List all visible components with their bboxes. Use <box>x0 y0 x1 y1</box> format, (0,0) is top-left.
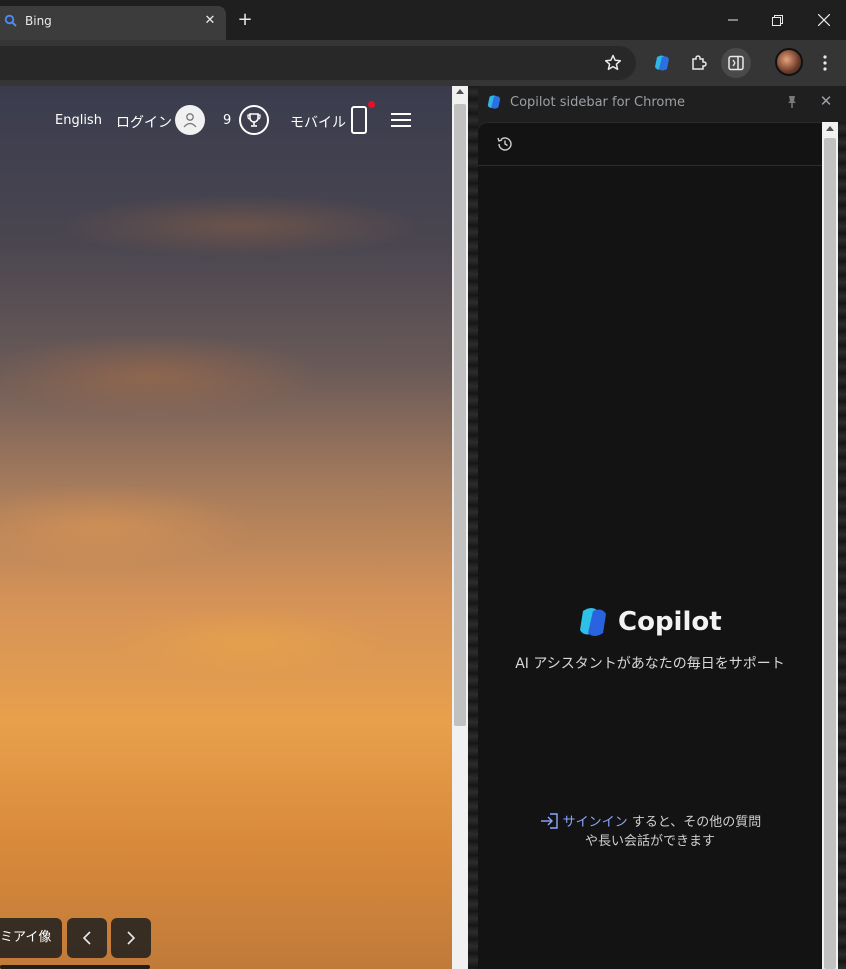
image-caption-button[interactable]: ミアイ像 <box>0 918 62 958</box>
minimize-button[interactable] <box>710 0 755 40</box>
trophy-icon <box>247 113 261 127</box>
browser-toolbar <box>0 40 846 86</box>
tab-strip: Bing ✕ + <box>0 0 846 40</box>
close-icon <box>817 14 830 26</box>
signin-icon[interactable] <box>539 813 559 829</box>
side-panel-header: Copilot sidebar for Chrome ✕ <box>478 86 846 122</box>
close-window-button[interactable] <box>801 0 846 40</box>
scroll-up-arrow-icon[interactable] <box>456 89 464 94</box>
chevron-right-icon <box>127 931 136 945</box>
hamburger-menu-icon[interactable] <box>390 111 412 129</box>
previous-image-button[interactable] <box>67 918 107 958</box>
user-avatar-button[interactable] <box>175 105 205 135</box>
page-scrollbar[interactable] <box>452 86 468 969</box>
header-divider <box>478 165 822 166</box>
rewards-points: 9 <box>223 113 232 128</box>
copilot-side-panel: Copilot sidebar for Chrome ✕ Copilot AI … <box>468 86 846 969</box>
signin-link[interactable]: サインイン <box>563 815 628 830</box>
signin-prompt: サインイン すると、その他の質問 や長い会話ができます <box>478 813 822 851</box>
bing-header: English ログイン 9 モバイル <box>0 86 452 156</box>
bookmark-star-icon[interactable] <box>603 53 623 73</box>
bottom-bar <box>0 965 150 969</box>
side-panel-scrollbar[interactable] <box>822 122 838 969</box>
side-panel-button[interactable] <box>721 48 751 78</box>
side-panel-title: Copilot sidebar for Chrome <box>510 95 686 110</box>
notification-dot <box>368 101 375 108</box>
copilot-brand-logo-icon <box>580 608 606 636</box>
copilot-content: Copilot AI アシスタントがあなたの毎日をサポート サインイン すると、… <box>478 122 822 969</box>
signin-text-line2: や長い会話ができます <box>584 834 715 849</box>
browser-window: Bing ✕ + English ログイン 9 モバイル ミアイ像 Copilo… <box>0 0 846 969</box>
copilot-tagline: AI アシスタントがあなたの毎日をサポート <box>515 656 785 672</box>
tab-bing[interactable]: Bing ✕ <box>0 6 226 40</box>
scroll-up-arrow-icon[interactable] <box>826 126 834 131</box>
language-link[interactable]: English <box>55 113 102 128</box>
search-icon <box>4 14 17 27</box>
next-image-button[interactable] <box>111 918 151 958</box>
bing-homepage: English ログイン 9 モバイル ミアイ像 <box>0 86 452 969</box>
login-link[interactable]: ログイン <box>116 112 172 132</box>
side-panel-icon <box>728 55 744 71</box>
restore-button[interactable] <box>755 0 800 40</box>
copilot-logo-icon <box>487 95 501 109</box>
panel-resize-handle[interactable] <box>468 86 478 969</box>
tab-close-icon[interactable]: ✕ <box>202 13 218 29</box>
close-side-panel-icon[interactable]: ✕ <box>818 93 834 109</box>
extensions-puzzle-icon[interactable] <box>687 51 711 75</box>
browser-menu-button[interactable] <box>813 51 837 75</box>
phone-icon[interactable] <box>351 106 367 134</box>
user-icon <box>183 113 197 128</box>
pin-icon[interactable] <box>784 94 800 110</box>
more-vert-icon <box>823 55 827 71</box>
new-tab-button[interactable]: + <box>235 10 255 30</box>
copilot-brand: Copilot <box>576 605 722 639</box>
copilot-extension-icon[interactable] <box>650 51 674 75</box>
minimize-icon <box>727 19 738 21</box>
chevron-left-icon <box>82 931 91 945</box>
side-panel-scroll-area <box>822 122 846 969</box>
address-bar[interactable] <box>0 46 636 80</box>
rewards-button[interactable] <box>239 105 269 135</box>
restore-icon <box>772 14 783 26</box>
side-panel-scrollbar-thumb[interactable] <box>824 138 836 969</box>
signin-text-line1: すると、その他の質問 <box>627 815 762 830</box>
page-scrollbar-thumb[interactable] <box>454 104 466 726</box>
tab-title: Bing <box>25 14 52 28</box>
profile-avatar[interactable] <box>775 48 803 76</box>
history-icon[interactable] <box>496 135 514 153</box>
copilot-brand-name: Copilot <box>618 607 722 637</box>
mobile-link[interactable]: モバイル <box>290 112 346 132</box>
